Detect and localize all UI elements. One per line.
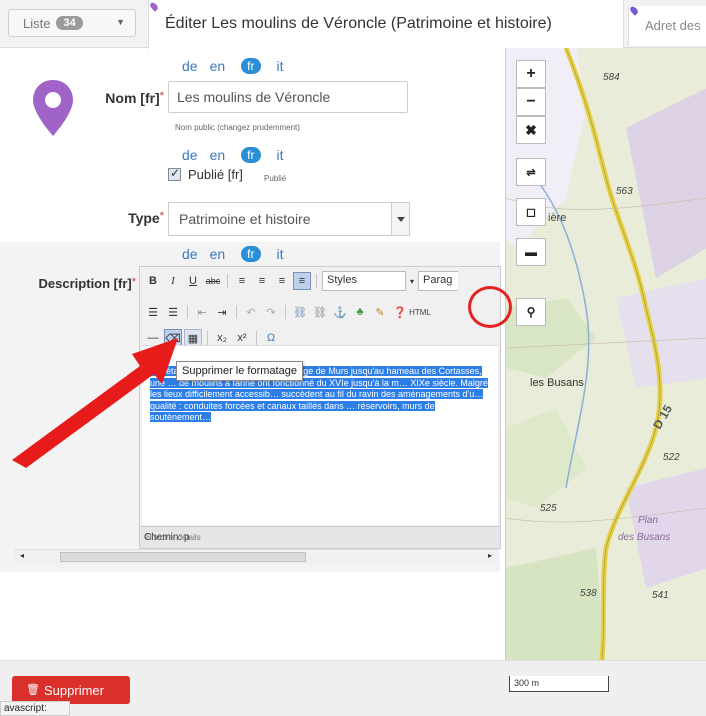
tab-other-title: Adret des [645, 18, 701, 33]
lang-de[interactable]: de [176, 246, 204, 262]
tab-other[interactable]: Adret des [628, 6, 706, 46]
map-label-plan: Plan [638, 515, 659, 526]
list-count-badge: 34 [56, 16, 83, 30]
zoom-out-button[interactable]: − [516, 88, 546, 116]
tab-bar: Liste 34 ▼ Éditer Les moulins de Véroncl… [0, 0, 706, 49]
select-area-icon[interactable]: ◻ [516, 198, 546, 226]
type-select[interactable]: Patrimoine et histoire [168, 202, 410, 236]
type-label: Type* [128, 210, 164, 226]
scroll-right-icon[interactable]: ▸ [488, 551, 492, 560]
numbered-list-icon[interactable]: ☰ [164, 303, 182, 321]
chevron-down-icon[interactable]: ▾ [408, 272, 416, 290]
map-label-538: 538 [580, 588, 597, 599]
name-label: Nom [fr]* [105, 90, 164, 106]
redo-icon[interactable]: ↷ [262, 303, 280, 321]
unlink-icon[interactable]: ⛓ [311, 303, 329, 321]
html-icon[interactable]: HTML [409, 303, 431, 321]
align-left-icon[interactable]: ≡ [233, 272, 251, 290]
lang-fr[interactable]: fr [241, 246, 261, 262]
map-label-busans: les Busans [530, 377, 584, 389]
pin-icon [148, 1, 160, 12]
bullet-list-icon[interactable]: ☰ [144, 303, 162, 321]
paragraph-select[interactable]: Parag [418, 271, 458, 291]
image-icon[interactable]: ♣ [351, 303, 369, 321]
map-label-563: 563 [616, 186, 633, 197]
chevron-down-icon[interactable]: ▼ [116, 17, 125, 27]
link-icon[interactable]: ⛓ [291, 303, 309, 321]
description-label: Description [fr]* [38, 276, 136, 291]
horizontal-scrollbar[interactable]: ◂ ▸ [14, 549, 498, 564]
tab-list[interactable]: Liste 34 ▼ [8, 9, 136, 37]
status-bar: avascript: [0, 701, 70, 716]
help-icon[interactable]: ❓ [391, 303, 409, 321]
map-label-iere: ière [548, 212, 567, 224]
map-pin-icon [33, 80, 73, 136]
align-center-icon[interactable]: ≡ [253, 272, 271, 290]
outdent-icon[interactable]: ⇤ [193, 303, 211, 321]
scrollbar-thumb[interactable] [60, 552, 306, 562]
language-switch-published: de en fr it [176, 147, 290, 163]
undo-icon[interactable]: ↶ [242, 303, 260, 321]
description-hint: Histoire, détails [146, 533, 201, 542]
align-justify-icon[interactable]: ≡ [293, 272, 311, 290]
lang-de[interactable]: de [176, 58, 204, 74]
name-hint: Nom public (changez prudemment) [175, 123, 300, 132]
layers-icon[interactable]: ▬ [516, 238, 546, 266]
lang-it[interactable]: it [271, 58, 290, 74]
map-scale: 300 m [509, 676, 609, 692]
type-select-value: Patrimoine et histoire [179, 211, 311, 227]
lang-de[interactable]: de [176, 147, 204, 163]
toolbar-row-2: ☰ ☰ ⇤ ⇥ ↶ ↷ ⛓ ⛓ ⚓ ♣ ✎ ❓ HTML [144, 303, 431, 321]
indent-icon[interactable]: ⇥ [213, 303, 231, 321]
cleanup-icon[interactable]: ✎ [371, 303, 389, 321]
map-label-des-busans: des Busans [618, 532, 671, 543]
pin-icon [629, 6, 640, 16]
italic-icon[interactable]: I [164, 272, 182, 290]
scroll-left-icon[interactable]: ◂ [20, 551, 24, 560]
tab-edit-title: Éditer Les moulins de Véroncle (Patrimoi… [165, 15, 552, 32]
tab-list-label: Liste [23, 15, 51, 31]
name-input[interactable]: Les moulins de Véroncle [168, 81, 408, 113]
delete-button[interactable]: 🗑 Supprimer [12, 676, 130, 704]
language-switch-name: de en fr it [176, 58, 290, 74]
app-root: Liste 34 ▼ Éditer Les moulins de Véroncl… [0, 0, 706, 716]
toolbar-row-1: B I U abc ≡ ≡ ≡ ≡ Styles ▾ Parag [144, 271, 458, 291]
published-hint: Publié [264, 174, 287, 183]
lang-fr[interactable]: fr [241, 58, 261, 74]
language-switch-description: de en fr it [176, 246, 290, 262]
delete-button-label: Supprimer [44, 683, 104, 698]
fullscreen-icon[interactable]: ✖ [516, 116, 546, 144]
locate-icon[interactable]: ⚲ [516, 298, 546, 326]
lang-it[interactable]: it [271, 147, 290, 163]
underline-icon[interactable]: U [184, 272, 202, 290]
styles-select[interactable]: Styles [322, 271, 406, 291]
zoom-in-button[interactable]: + [516, 60, 546, 88]
trash-icon: 🗑 [26, 684, 40, 696]
lang-en[interactable]: en [204, 147, 232, 163]
lang-en[interactable]: en [204, 246, 232, 262]
tab-edit-active[interactable]: Éditer Les moulins de Véroncle (Patrimoi… [148, 0, 624, 49]
measure-icon[interactable]: ⇌ [516, 158, 546, 186]
lang-fr[interactable]: fr [241, 147, 261, 163]
bold-icon[interactable]: B [144, 272, 162, 290]
map-label-522: 522 [663, 452, 680, 463]
map-label-541: 541 [652, 590, 669, 601]
strikethrough-icon[interactable]: abc [204, 272, 222, 290]
lang-en[interactable]: en [204, 58, 232, 74]
chevron-down-icon[interactable] [391, 203, 409, 235]
annotation-circle [468, 286, 512, 328]
map-label-525: 525 [540, 503, 557, 514]
annotation-arrow-icon [12, 338, 178, 468]
align-right-icon[interactable]: ≡ [273, 272, 291, 290]
published-label: Publié [fr] [188, 167, 243, 182]
published-checkbox[interactable] [168, 166, 181, 181]
lang-it[interactable]: it [271, 246, 290, 262]
map-label-584: 584 [603, 72, 620, 83]
anchor-icon[interactable]: ⚓ [331, 303, 349, 321]
